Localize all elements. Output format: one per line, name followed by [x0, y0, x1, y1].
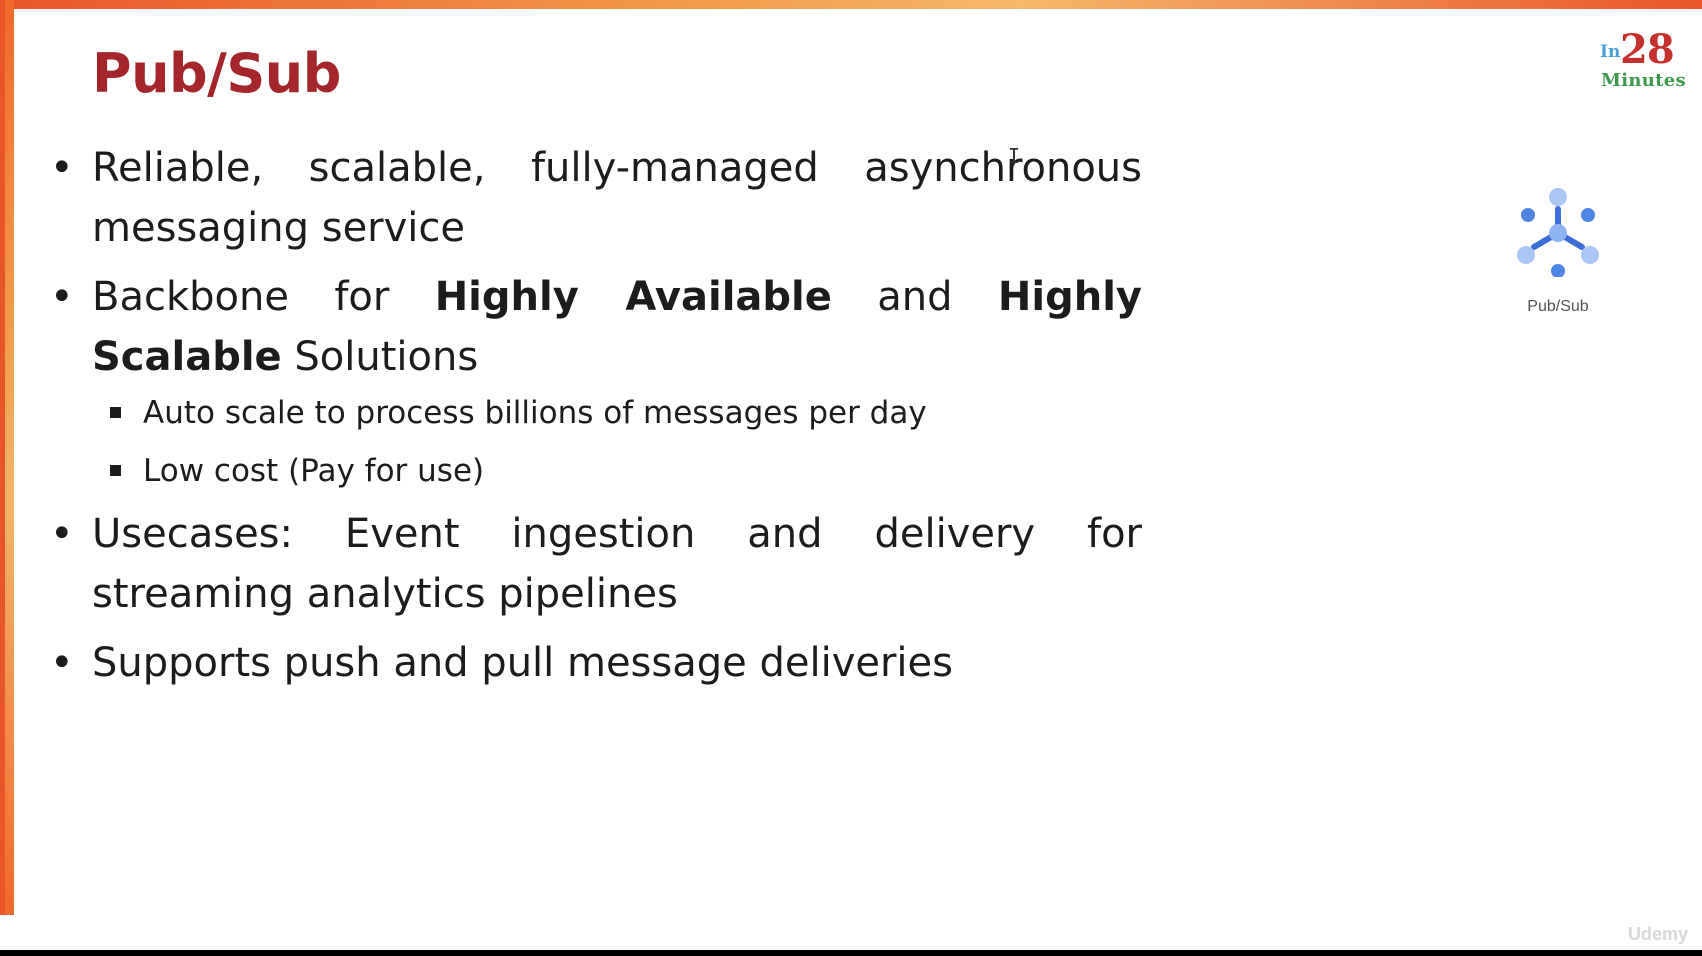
bullet-item: • Usecases: Event ingestion and delivery…	[50, 504, 1150, 624]
pubsub-icon	[1517, 188, 1599, 277]
left-border-inner	[0, 0, 5, 915]
logo-prefix: In	[1600, 42, 1621, 62]
bullet-text-part: and	[831, 274, 998, 320]
sub-bullet-item: Low cost (Pay for use)	[110, 449, 1110, 493]
bullet-dot: •	[50, 511, 74, 557]
bullet-dot: •	[50, 274, 74, 320]
bullet-item: • Reliable, scalable, fully-managed asyn…	[50, 138, 1150, 258]
pubsub-icon-caption: Pub/Sub	[1527, 298, 1589, 315]
slide-title: Pub/Sub	[92, 42, 341, 105]
bullet-dot: •	[50, 640, 74, 686]
udemy-watermark: Udemy	[1628, 924, 1689, 944]
slide: Pub/Sub In 28 Minutes Pub/Sub • Reliable…	[0, 0, 1702, 956]
sub-bullet-item: Auto scale to process billions of messag…	[110, 391, 1110, 435]
bullet-text-part: Solutions	[281, 334, 479, 380]
bullet-text: Usecases: Event ingestion and delivery f…	[92, 511, 1142, 617]
sub-bullet-text: Low cost (Pay for use)	[143, 453, 485, 489]
in28minutes-logo: In 28 Minutes	[1590, 26, 1686, 96]
bullet-text: Backbone for Highly Available and Highly…	[92, 267, 1142, 387]
bullet-text-bold: Highly Available	[434, 274, 832, 320]
text-cursor-icon: I	[1008, 144, 1021, 168]
bullet-item: • Supports push and pull message deliver…	[50, 633, 1150, 693]
sub-bullet-square	[110, 407, 121, 418]
logo-word: Minutes	[1601, 70, 1686, 91]
logo-number: 28	[1620, 26, 1675, 73]
bullet-text-part: Backbone for	[92, 274, 435, 320]
sub-bullet-text: Auto scale to process billions of messag…	[143, 395, 927, 431]
bullet-text: Reliable, scalable, fully-managed asynch…	[92, 145, 1142, 251]
top-border	[0, 0, 1702, 9]
bullet-item: • Backbone for Highly Available and High…	[50, 267, 1150, 387]
bottom-bar	[0, 950, 1702, 956]
bullet-text: Supports push and pull message deliverie…	[92, 640, 953, 686]
bullet-dot: •	[50, 145, 74, 191]
sub-bullet-square	[110, 465, 121, 476]
